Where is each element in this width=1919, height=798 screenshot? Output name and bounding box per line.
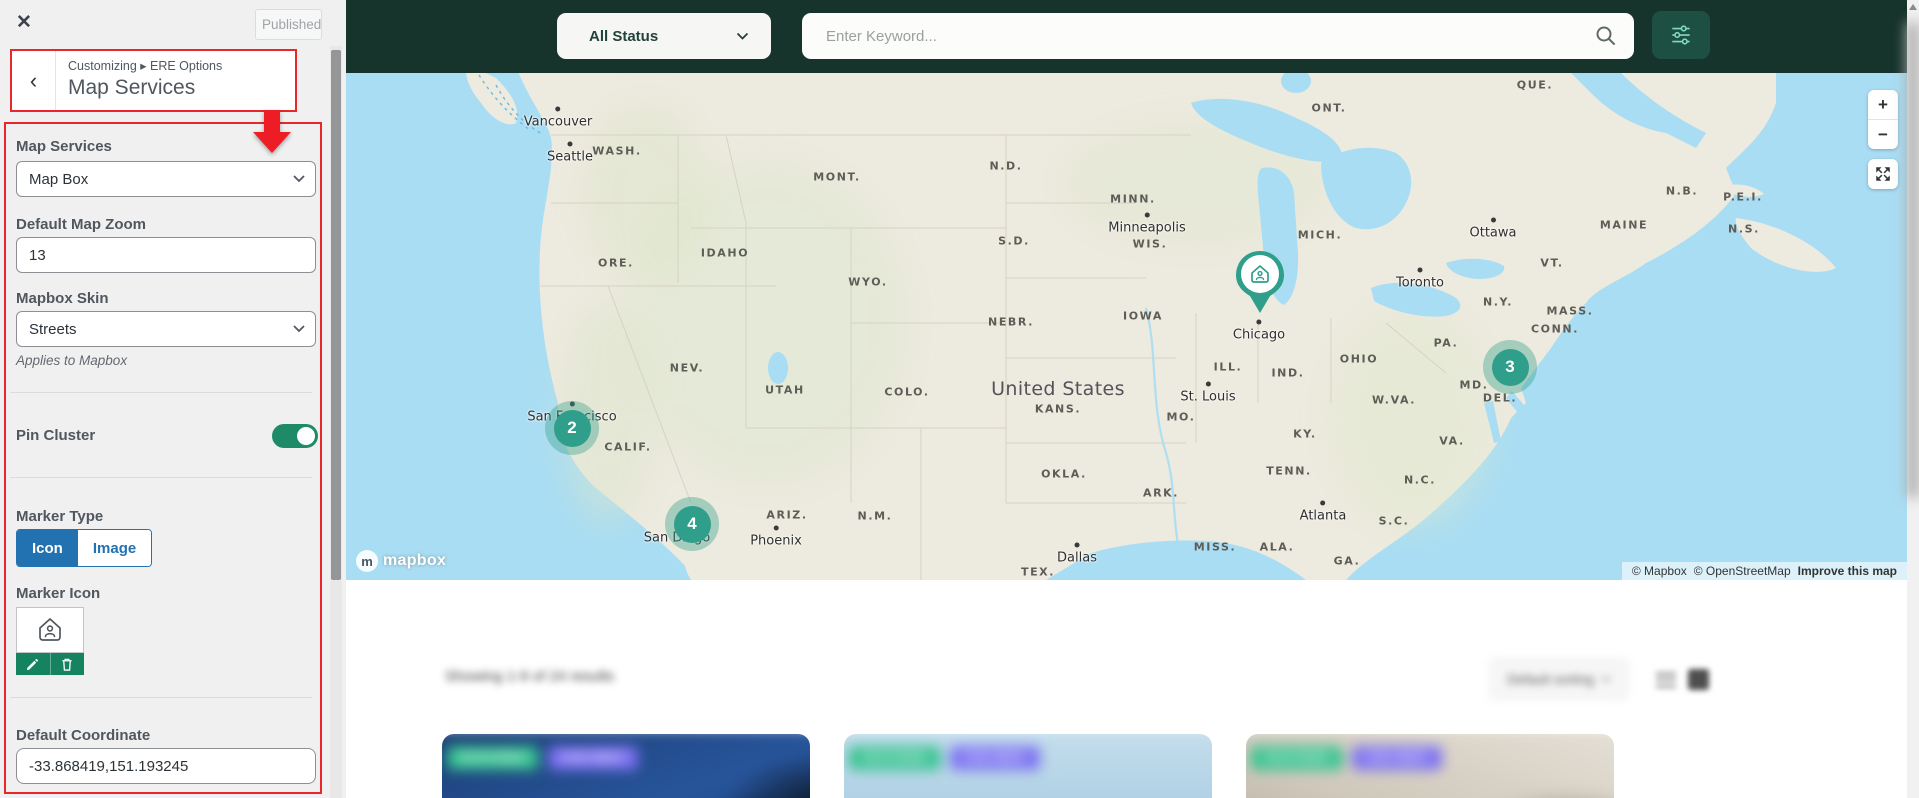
sorting-value: Default sorting	[1507, 672, 1594, 687]
close-icon[interactable]: ✕	[8, 6, 40, 38]
status-filter-value: All Status	[589, 28, 736, 45]
property-photo: FEATURED FOR RENT	[1246, 734, 1614, 798]
fullscreen-button[interactable]	[1868, 159, 1898, 189]
chevron-down-icon	[736, 32, 749, 41]
status-badge: FOR RENT	[1352, 746, 1441, 770]
customizer-topbar: ✕ Published	[0, 0, 346, 46]
results-summary: Showing 1-9 of 24 results	[445, 668, 614, 685]
publish-button[interactable]: Published	[255, 9, 322, 40]
default-coordinate-label: Default Coordinate	[16, 727, 150, 744]
map-services-panel: Map Services Map Box Default Map Zoom Ma…	[4, 122, 322, 794]
advanced-filter-button[interactable]	[1652, 11, 1710, 59]
cluster-marker-2[interactable]: 2	[545, 401, 599, 455]
chevron-down-icon	[293, 175, 305, 183]
property-card[interactable]: FEATURED FOR RENT	[1246, 734, 1614, 798]
fullscreen-icon	[1874, 165, 1892, 183]
page-scrollbar[interactable]	[1907, 0, 1919, 798]
attribution-osm-link[interactable]: © OpenStreetMap	[1694, 564, 1791, 578]
status-badge: FOR RENT	[950, 746, 1039, 770]
results-section: Showing 1-9 of 24 results Default sortin…	[346, 580, 1907, 798]
marker-type-segment: Icon Image	[16, 529, 152, 567]
customizer-sidebar: ✕ Published ‹ Customizing ▸ ERE Options …	[0, 0, 346, 798]
map-services-label: Map Services	[16, 138, 112, 155]
scroll-up-icon[interactable]	[1909, 4, 1917, 10]
mapbox-logo[interactable]: m mapbox	[356, 550, 446, 572]
annotation-header-box: ‹ Customizing ▸ ERE Options Map Services	[10, 49, 297, 112]
zoom-in-button[interactable]: +	[1868, 90, 1898, 120]
map-base-art	[346, 73, 1907, 580]
attribution-improve-link[interactable]: Improve this map	[1798, 564, 1897, 578]
delete-trash-icon[interactable]	[51, 653, 85, 675]
back-chevron-icon[interactable]: ‹	[12, 51, 56, 110]
cards-row: FEATUREDFOR RENTFEATUREDFOR RENTFEATURED…	[442, 734, 1614, 798]
house-pin-marker[interactable]	[1232, 249, 1288, 317]
status-badge: FEATURED	[1251, 746, 1343, 770]
marker-type-icon-button[interactable]: Icon	[17, 530, 78, 566]
list-view-icon[interactable]	[1656, 672, 1676, 688]
pin-cluster-toggle[interactable]	[272, 424, 318, 448]
map-canvas[interactable]: WASH.ORE.IDAHOMONT.N.D.S.D.MINN.WIS.MICH…	[346, 73, 1907, 580]
sliders-icon	[1668, 22, 1694, 48]
keyword-search-wrap	[802, 13, 1634, 59]
default-map-zoom-label: Default Map Zoom	[16, 216, 146, 233]
search-icon[interactable]	[1594, 24, 1618, 51]
annotation-red-arrow	[253, 110, 291, 154]
default-coordinate-input[interactable]	[16, 748, 316, 784]
cluster-marker-3[interactable]: 3	[1483, 340, 1537, 394]
property-card[interactable]: FEATURED FOR RENT	[844, 734, 1212, 798]
property-photo: FEATURED FOR RENT	[844, 734, 1212, 798]
mapbox-skin-label: Mapbox Skin	[16, 290, 109, 307]
mapbox-logo-icon: m	[356, 550, 378, 572]
mapbox-logo-word: mapbox	[383, 552, 446, 570]
search-topbar: All Status	[346, 0, 1907, 73]
chevron-down-icon	[293, 325, 305, 333]
keyword-search-input[interactable]	[802, 13, 1634, 59]
mapbox-skin-select[interactable]: Streets	[16, 311, 316, 347]
status-badge: FOR RENT	[548, 746, 637, 770]
map-services-select[interactable]: Map Box	[16, 161, 316, 197]
marker-type-label: Marker Type	[16, 508, 103, 525]
map-services-value: Map Box	[29, 171, 88, 188]
mapbox-skin-help: Applies to Mapbox	[16, 353, 127, 368]
grid-view-icon[interactable]	[1688, 669, 1709, 690]
scrollbar-thumb[interactable]	[1907, 22, 1919, 497]
breadcrumb: Customizing ▸ ERE Options	[68, 58, 222, 73]
status-badge: FEATURED	[447, 746, 539, 770]
marker-type-image-button[interactable]: Image	[78, 530, 151, 566]
status-filter-select[interactable]: All Status	[557, 13, 771, 59]
pin-cluster-label: Pin Cluster	[16, 427, 95, 444]
page-title: Map Services	[68, 76, 222, 100]
zoom-out-button[interactable]: −	[1868, 120, 1898, 149]
chevron-down-icon	[1601, 676, 1611, 683]
marker-icon-actions	[16, 653, 84, 675]
map-zoom-controls: + −	[1868, 90, 1898, 149]
status-badge: FEATURED	[849, 746, 941, 770]
cluster-marker-4[interactable]: 4	[665, 497, 719, 551]
marker-icon-label: Marker Icon	[16, 585, 100, 602]
map-attribution: © Mapbox © OpenStreetMap Improve this ma…	[1622, 562, 1907, 580]
property-card[interactable]: FEATURED FOR RENT	[442, 734, 810, 798]
mapbox-skin-value: Streets	[29, 321, 77, 338]
edit-pencil-icon[interactable]	[16, 653, 51, 675]
sidebar-scrollbar[interactable]	[330, 46, 342, 798]
house-icon	[34, 614, 66, 646]
property-photo: FEATURED FOR RENT	[442, 734, 810, 798]
marker-icon-preview[interactable]	[16, 607, 84, 653]
attribution-mapbox-link[interactable]: © Mapbox	[1632, 564, 1687, 578]
main-area: All Status	[346, 0, 1907, 798]
sorting-dropdown[interactable]: Default sorting	[1488, 657, 1630, 701]
default-map-zoom-input[interactable]	[16, 237, 316, 273]
